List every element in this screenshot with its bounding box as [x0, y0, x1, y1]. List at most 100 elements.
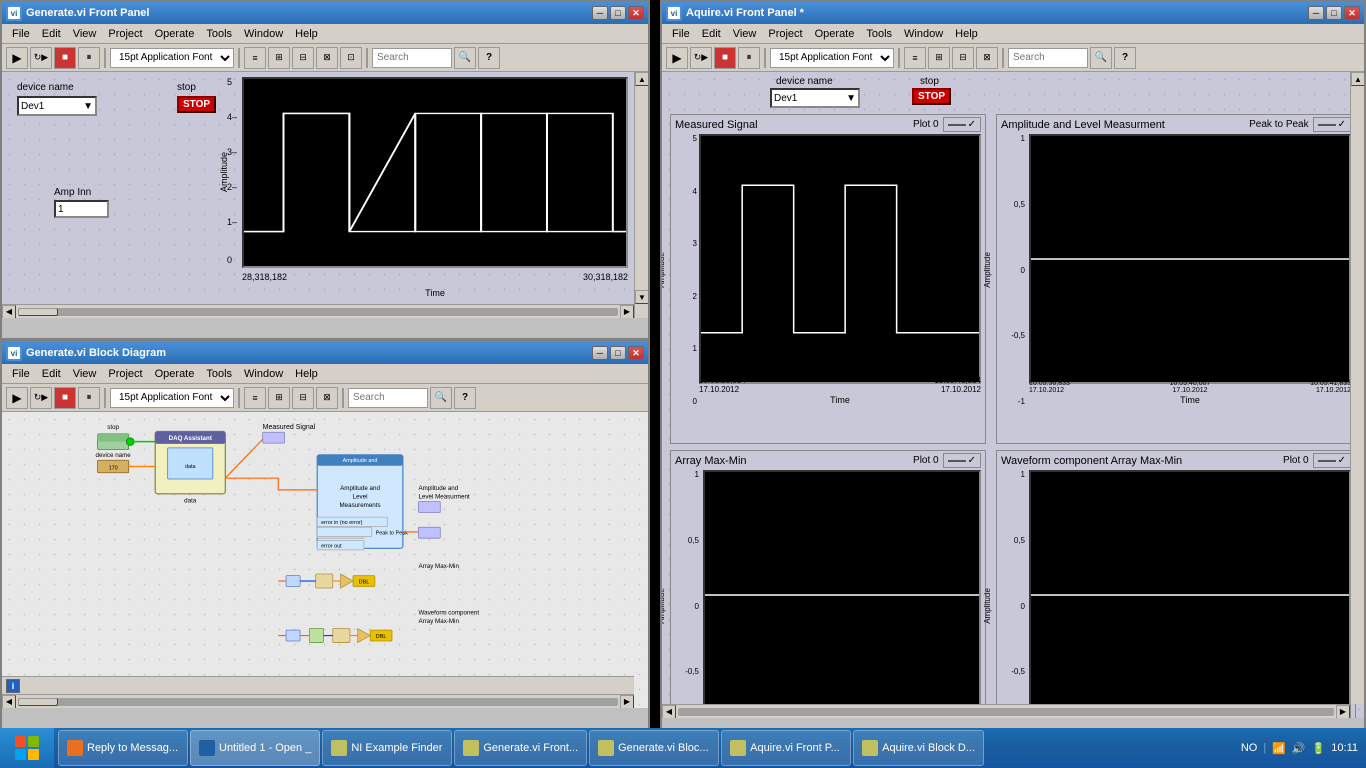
pause-icon[interactable]: ⏸ [78, 47, 100, 69]
menu-project[interactable]: Project [102, 26, 148, 42]
bd-icon4[interactable]: ⊠ [316, 387, 338, 409]
aq-menu-operate[interactable]: Operate [809, 26, 861, 42]
aq-scroll-left[interactable]: ◀ [662, 705, 676, 719]
aq-help-icon[interactable]: ? [1114, 47, 1136, 69]
menu-help[interactable]: Help [289, 26, 324, 42]
aq-abort-icon[interactable]: ■ [714, 47, 736, 69]
aq-icon3[interactable]: ⊟ [952, 47, 974, 69]
arrange-icon[interactable]: ≡ [244, 47, 266, 69]
aq-font-selector[interactable]: 15pt Application Font [770, 48, 894, 68]
aq-menu-help[interactable]: Help [949, 26, 984, 42]
bd-search-btn[interactable]: 🔍 [430, 387, 452, 409]
bd-maximize-btn[interactable]: □ [610, 346, 626, 360]
bd-scrollbar-h[interactable]: ◀ ▶ [2, 694, 634, 708]
bd-help-icon[interactable]: ? [454, 387, 476, 409]
font-selector[interactable]: 15pt Application Font [110, 48, 234, 68]
clock[interactable]: 10:11 [1331, 742, 1358, 754]
aq-icon1[interactable]: ≡ [904, 47, 926, 69]
run-continuously-icon[interactable]: ↻▶ [30, 47, 52, 69]
bd-scroll-right[interactable]: ▶ [620, 695, 634, 709]
aq-device-dropdown[interactable]: Dev1 ▼ [770, 88, 860, 108]
close-button[interactable]: ✕ [628, 6, 644, 20]
align-icon[interactable]: ⊞ [268, 47, 290, 69]
bd-menu-file[interactable]: File [6, 366, 36, 382]
aq-run-icon[interactable]: ▶ [666, 47, 688, 69]
chart2-plot-badge[interactable]: ✓ [1313, 117, 1351, 132]
menu-window[interactable]: Window [238, 26, 289, 42]
scrollbar-h-left[interactable]: ◀ ▶ [2, 304, 634, 318]
aq-close-btn[interactable]: ✕ [1344, 6, 1360, 20]
start-button[interactable] [0, 728, 54, 768]
scroll-up-btn[interactable]: ▲ [635, 72, 648, 86]
aq-scrollbar-h[interactable]: ◀ ▶ [662, 704, 1350, 718]
aq-icon2[interactable]: ⊞ [928, 47, 950, 69]
bd-menu-help[interactable]: Help [289, 366, 324, 382]
scroll-left-btn[interactable]: ◀ [2, 305, 16, 319]
bd-menu-project[interactable]: Project [102, 366, 148, 382]
aq-icon4[interactable]: ⊠ [976, 47, 998, 69]
bd-icon3[interactable]: ⊟ [292, 387, 314, 409]
scrollbar-v-left[interactable]: ▲ ▼ [634, 72, 648, 318]
aq-maximize-btn[interactable]: □ [1326, 6, 1342, 20]
chart3-plot-badge[interactable]: ✓ [943, 453, 981, 468]
scroll-right-btn[interactable]: ▶ [620, 305, 634, 319]
abort-icon[interactable]: ■ [54, 47, 76, 69]
bd-close-btn[interactable]: ✕ [628, 346, 644, 360]
chart4-plot-badge[interactable]: ✓ [1313, 453, 1351, 468]
aq-menu-file[interactable]: File [666, 26, 696, 42]
bd-icon2[interactable]: ⊞ [268, 387, 290, 409]
help-icon[interactable]: ? [478, 47, 500, 69]
resize-icon[interactable]: ⊠ [316, 47, 338, 69]
aq-pause-icon[interactable]: ⏸ [738, 47, 760, 69]
taskbar-item-aquire-block[interactable]: Aquire.vi Block D... [853, 730, 984, 766]
aq-search-btn[interactable]: 🔍 [1090, 47, 1112, 69]
bd-menu-window[interactable]: Window [238, 366, 289, 382]
aq-search-input[interactable] [1008, 48, 1088, 68]
taskbar-item-aquire-front[interactable]: Aquire.vi Front P... [721, 730, 851, 766]
search-input-left[interactable] [372, 48, 452, 68]
chart1-plot-badge[interactable]: ✓ [943, 117, 981, 132]
distribute-icon[interactable]: ⊟ [292, 47, 314, 69]
stop-button-generate[interactable]: STOP [177, 96, 216, 113]
order-icon[interactable]: ⊡ [340, 47, 362, 69]
minimize-button[interactable]: ─ [592, 6, 608, 20]
aq-menu-edit[interactable]: Edit [696, 26, 727, 42]
taskbar-item-untitled[interactable]: Untitled 1 - Open _ [190, 730, 320, 766]
menu-tools[interactable]: Tools [200, 26, 238, 42]
bd-scroll-thumb[interactable] [18, 698, 58, 706]
aq-run-cont-icon[interactable]: ↻▶ [690, 47, 712, 69]
bd-pause-icon[interactable]: ⏸ [78, 387, 100, 409]
aq-menu-view[interactable]: View [727, 26, 763, 42]
bd-scroll-left[interactable]: ◀ [2, 695, 16, 709]
aq-menu-tools[interactable]: Tools [860, 26, 898, 42]
maximize-button[interactable]: □ [610, 6, 626, 20]
amp-inn-control[interactable]: 1 [54, 200, 109, 218]
bd-run-icon[interactable]: ▶ [6, 387, 28, 409]
bd-minimize-btn[interactable]: ─ [592, 346, 608, 360]
bd-run-cont-icon[interactable]: ↻▶ [30, 387, 52, 409]
aq-menu-project[interactable]: Project [762, 26, 808, 42]
aq-scrollbar-v[interactable]: ▲ [1350, 72, 1364, 704]
taskbar-item-generate-block[interactable]: Generate.vi Bloc... [589, 730, 719, 766]
aq-scroll-right[interactable]: ▶ [1336, 705, 1350, 719]
bd-menu-edit[interactable]: Edit [36, 366, 67, 382]
scroll-down-btn[interactable]: ▼ [635, 290, 648, 304]
menu-view[interactable]: View [67, 26, 103, 42]
menu-edit[interactable]: Edit [36, 26, 67, 42]
scroll-thumb-h[interactable] [18, 308, 58, 316]
run-arrow-icon[interactable]: ▶ [6, 47, 28, 69]
device-dropdown[interactable]: Dev1 ▼ [17, 96, 97, 116]
bd-search-input[interactable] [348, 388, 428, 408]
aq-scroll-up[interactable]: ▲ [1351, 72, 1364, 86]
bd-menu-tools[interactable]: Tools [200, 366, 238, 382]
search-button-left[interactable]: 🔍 [454, 47, 476, 69]
bd-font-selector[interactable]: 15pt Application Font [110, 388, 234, 408]
aq-stop-button[interactable]: STOP [912, 88, 951, 105]
aq-minimize-btn[interactable]: ─ [1308, 6, 1324, 20]
bd-menu-operate[interactable]: Operate [149, 366, 201, 382]
menu-operate[interactable]: Operate [149, 26, 201, 42]
menu-file[interactable]: File [6, 26, 36, 42]
taskbar-item-ni-example[interactable]: NI Example Finder [322, 730, 452, 766]
bd-icon1[interactable]: ≡ [244, 387, 266, 409]
taskbar-item-generate-front[interactable]: Generate.vi Front... [454, 730, 587, 766]
